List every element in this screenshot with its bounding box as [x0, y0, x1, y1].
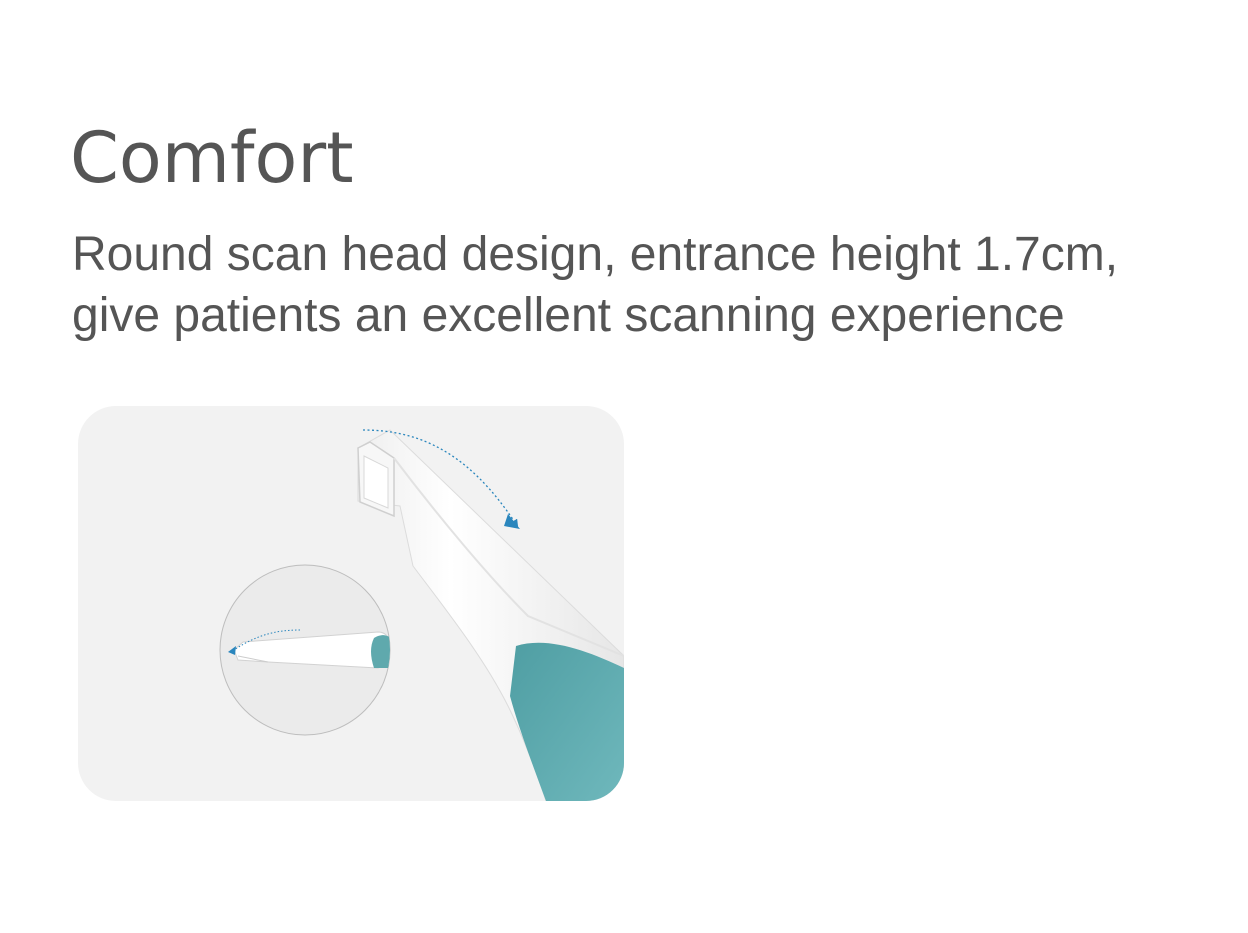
- page-title: Comfort: [70, 117, 354, 199]
- scanner-illustration-svg: [219, 429, 624, 801]
- page: Comfort Round scan head design, entrance…: [0, 0, 1248, 933]
- description-line-1: Round scan head design, entrance height …: [72, 228, 1119, 281]
- arrow-head-icon: [504, 514, 520, 529]
- description-line-2: give patients an excellent scanning expe…: [72, 289, 1065, 342]
- scanner-illustration: [78, 406, 624, 801]
- scanner-grip: [510, 642, 624, 801]
- feature-description: Round scan head design, entrance height …: [72, 224, 1222, 346]
- side-view-inset: [219, 564, 391, 736]
